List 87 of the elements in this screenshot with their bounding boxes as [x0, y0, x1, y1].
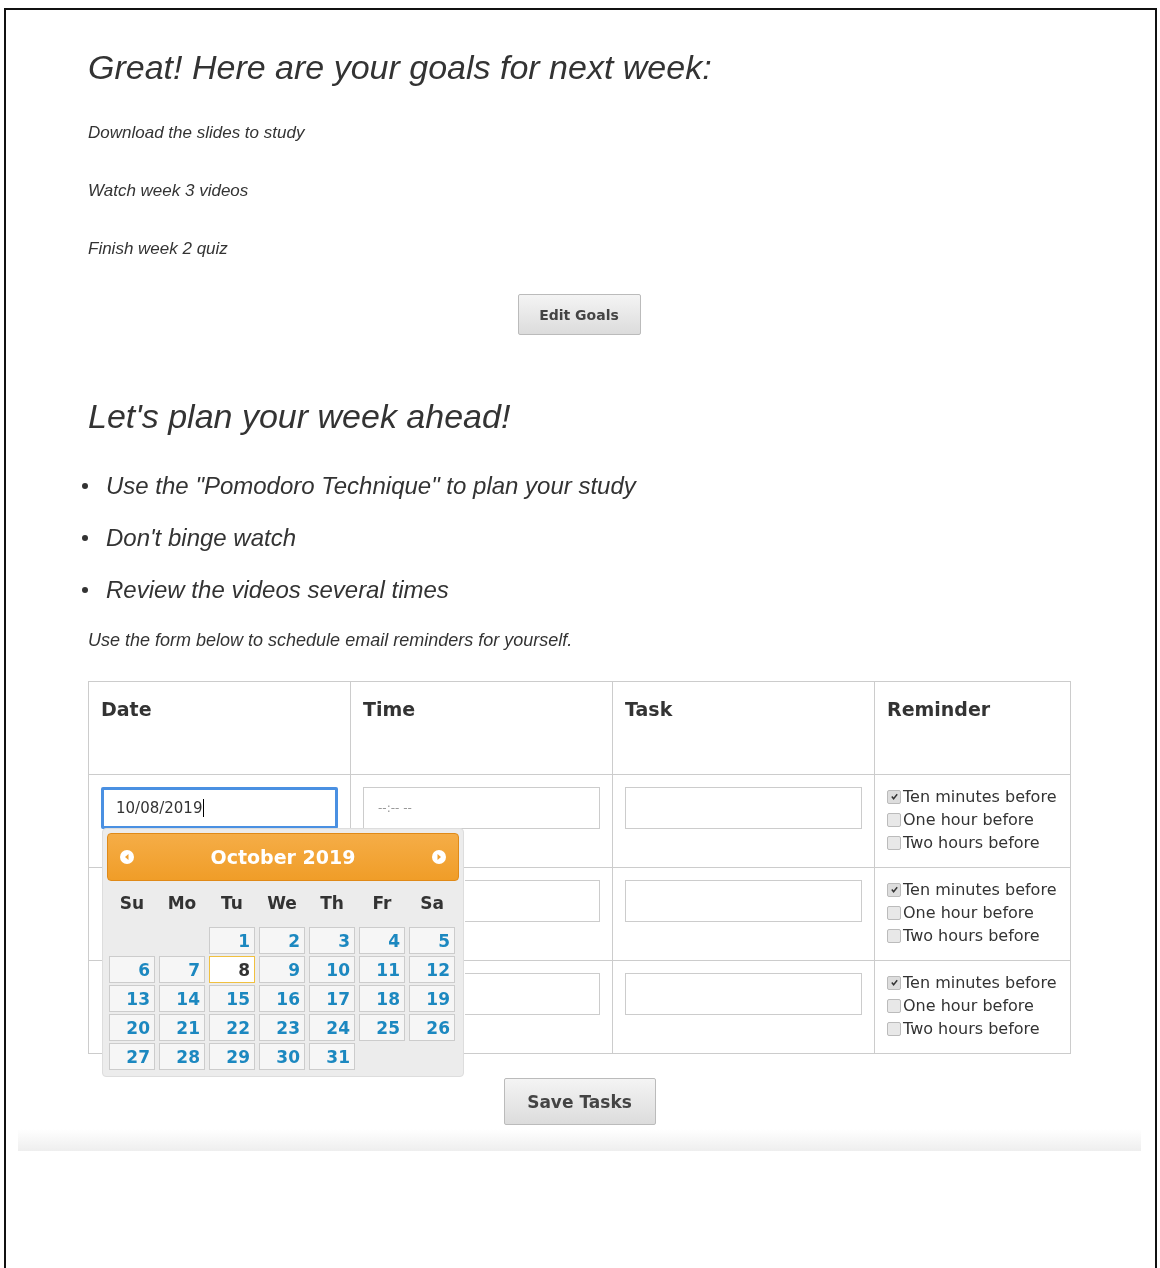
reminder-label: Ten minutes before	[903, 786, 1057, 808]
date-field[interactable]: 10/08/2019	[101, 787, 338, 829]
checkbox[interactable]	[887, 1021, 901, 1036]
reminder-label: Two hours before	[903, 925, 1040, 947]
day-cell[interactable]: 1	[209, 927, 255, 954]
tip-text: Review the videos several times	[106, 576, 449, 604]
task-field[interactable]	[625, 880, 862, 922]
day-cell[interactable]: 14	[159, 985, 205, 1012]
day-cell[interactable]: 8	[209, 956, 255, 983]
goals-heading: Great! Here are your goals for next week:	[88, 48, 713, 87]
time-field[interactable]	[465, 880, 600, 922]
weekday-label: Mo	[166, 892, 198, 915]
bullet-icon	[82, 587, 88, 593]
checkbox[interactable]	[887, 882, 901, 897]
weekday-label: Sa	[419, 892, 445, 915]
reminder-label: One hour before	[903, 809, 1034, 831]
bullet-icon	[82, 483, 88, 489]
checkbox[interactable]	[887, 905, 901, 920]
day-cell[interactable]: 25	[359, 1014, 405, 1041]
plan-heading: Let's plan your week ahead!	[88, 397, 512, 436]
checkbox[interactable]	[887, 789, 901, 804]
day-cell[interactable]: 22	[209, 1014, 255, 1041]
edit-goals-button[interactable]: Edit Goals	[517, 294, 641, 335]
day-cell[interactable]: 9	[259, 956, 305, 983]
day-cell[interactable]: 6	[109, 956, 155, 983]
day-cell[interactable]: 26	[409, 1014, 455, 1041]
day-cell[interactable]: 30	[259, 1043, 305, 1070]
day-cell[interactable]: 3	[309, 927, 355, 954]
checkmark-icon	[889, 792, 899, 801]
day-cell[interactable]: 13	[109, 985, 155, 1012]
tip-text: Don't binge watch	[106, 524, 297, 552]
reminder-label: Ten minutes before	[903, 879, 1057, 901]
checkmark-icon	[889, 885, 899, 894]
reminder-label: Two hours before	[903, 832, 1040, 854]
day-cell[interactable]: 20	[109, 1014, 155, 1041]
day-cell[interactable]: 16	[259, 985, 305, 1012]
goal-text: Watch week 3 videos	[88, 181, 250, 201]
day-cell[interactable]: 10	[309, 956, 355, 983]
reminder-label: One hour before	[903, 902, 1034, 924]
task-field[interactable]	[625, 973, 862, 1015]
month-title: October 2019	[210, 846, 356, 868]
checkbox[interactable]	[887, 975, 901, 990]
column-header: Time	[363, 698, 416, 720]
time-field[interactable]	[465, 973, 600, 1015]
column-header: Date	[101, 698, 152, 720]
column-header: Reminder	[887, 698, 991, 720]
day-cell[interactable]: 29	[209, 1043, 255, 1070]
day-cell[interactable]: 24	[309, 1014, 355, 1041]
day-cell[interactable]: 27	[109, 1043, 155, 1070]
day-cell[interactable]: 4	[359, 927, 405, 954]
day-cell[interactable]: 18	[359, 985, 405, 1012]
checkbox[interactable]	[887, 998, 901, 1013]
checkbox[interactable]	[887, 812, 901, 827]
save-tasks-button[interactable]: Save Tasks	[503, 1078, 656, 1125]
weekday-label: Fr	[371, 892, 393, 915]
weekday-label: Th	[319, 892, 345, 915]
day-cell[interactable]: 15	[209, 985, 255, 1012]
reminder-label: Two hours before	[903, 1018, 1040, 1040]
day-cell[interactable]: 17	[309, 985, 355, 1012]
checkbox[interactable]	[887, 835, 901, 850]
day-cell[interactable]: 2	[259, 927, 305, 954]
day-cell[interactable]: 21	[159, 1014, 205, 1041]
day-cell[interactable]: 28	[159, 1043, 205, 1070]
time-field[interactable]: --:-- --	[363, 787, 600, 829]
checkmark-icon	[889, 978, 899, 987]
weekday-label: We	[266, 892, 298, 915]
checkbox[interactable]	[887, 928, 901, 943]
column-header: Task	[625, 698, 673, 720]
previous-icon[interactable]	[120, 850, 134, 864]
bullet-icon	[82, 535, 88, 541]
day-cell[interactable]: 19	[409, 985, 455, 1012]
day-cell[interactable]: 23	[259, 1014, 305, 1041]
day-cell[interactable]: 12	[409, 956, 455, 983]
weekday-label: Su	[118, 892, 146, 915]
goal-text: Finish week 2 quiz	[88, 239, 229, 259]
reminder-label: One hour before	[903, 995, 1034, 1017]
weekday-label: Tu	[220, 892, 244, 915]
next-icon[interactable]	[432, 850, 446, 864]
task-field[interactable]	[625, 787, 862, 829]
day-cell[interactable]: 31	[309, 1043, 355, 1070]
day-cell[interactable]: 7	[159, 956, 205, 983]
form-note: Use the form below to schedule email reminders for yourself.	[88, 630, 574, 651]
day-cell[interactable]: 5	[409, 927, 455, 954]
tip-text: Use the "Pomodoro Technique" to plan your study	[106, 472, 636, 500]
day-cell[interactable]: 11	[359, 956, 405, 983]
reminder-label: Ten minutes before	[903, 972, 1057, 994]
goal-text: Download the slides to study	[88, 123, 306, 143]
